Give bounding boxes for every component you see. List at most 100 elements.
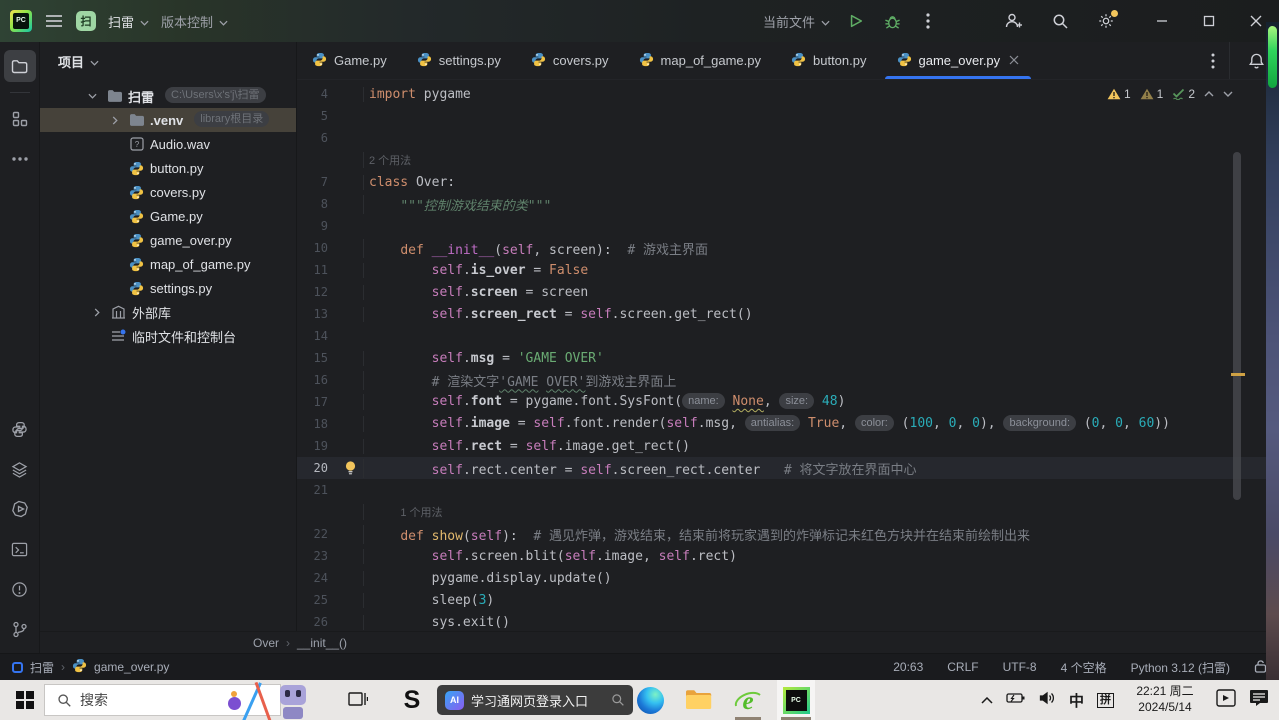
line-number[interactable]: 21 bbox=[297, 483, 337, 497]
status-project-name[interactable]: 扫雷 bbox=[30, 659, 54, 676]
run-configuration-selector[interactable]: 当前文件 bbox=[763, 12, 830, 31]
warning-strong-group[interactable]: 1 bbox=[1107, 87, 1131, 101]
terminal-tool-icon[interactable] bbox=[4, 533, 36, 565]
line-number[interactable]: 5 bbox=[297, 109, 337, 123]
usages-inlay-hint[interactable]: 2 个用法 bbox=[369, 155, 411, 167]
indent-setting[interactable]: 4 个空格 bbox=[1061, 659, 1107, 676]
code-line[interactable]: 7 class Over: bbox=[297, 171, 1279, 193]
ok-group[interactable]: 2 bbox=[1172, 87, 1195, 101]
line-number[interactable]: 26 bbox=[297, 615, 337, 629]
edge-app-icon[interactable] bbox=[637, 687, 664, 714]
code-line[interactable]: 11 self.is_over = False bbox=[297, 259, 1279, 281]
code-line[interactable]: 23 self.screen.blit(self.image, self.rec… bbox=[297, 545, 1279, 567]
breadcrumb-method[interactable]: __init__() bbox=[297, 636, 347, 650]
code-line[interactable]: 13 self.screen_rect = self.screen.get_re… bbox=[297, 303, 1279, 325]
code-line[interactable]: 8 """控制游戏结束的类""" bbox=[297, 193, 1279, 215]
file-explorer-app-icon[interactable] bbox=[685, 689, 712, 710]
volume-icon[interactable] bbox=[1039, 691, 1056, 710]
tree-item[interactable]: Game.py bbox=[40, 204, 296, 228]
tree-item[interactable]: 临时文件和控制台 bbox=[40, 324, 296, 348]
tree-item[interactable]: covers.py bbox=[40, 180, 296, 204]
more-tool-windows-icon[interactable] bbox=[4, 143, 36, 175]
code-line[interactable]: 15 self.msg = 'GAME OVER' bbox=[297, 347, 1279, 369]
run-button[interactable] bbox=[846, 11, 866, 31]
inspections-widget[interactable]: 1 1 2 bbox=[1107, 87, 1233, 101]
tree-item[interactable]: ? Audio.wav bbox=[40, 132, 296, 156]
project-panel-header[interactable]: 项目 bbox=[40, 42, 296, 80]
taskbar-search-input[interactable]: 搜索 bbox=[44, 681, 306, 720]
editor-tab[interactable]: settings.py bbox=[402, 42, 516, 79]
tree-item[interactable]: map_of_game.py bbox=[40, 252, 296, 276]
code-line[interactable]: 18 self.image = self.font.render(self.ms… bbox=[297, 413, 1279, 435]
code-editor[interactable]: 1 1 2 4 import pygame 5 6 2 个用法 7 class … bbox=[297, 80, 1279, 631]
line-number[interactable]: 12 bbox=[297, 285, 337, 299]
news-widget[interactable]: AI 学习通网页登录入口 bbox=[437, 685, 633, 715]
scrollbar-warning-marker[interactable] bbox=[1231, 373, 1245, 376]
line-number[interactable]: 16 bbox=[297, 373, 337, 387]
maximize-button[interactable] bbox=[1185, 0, 1232, 42]
code-line[interactable]: 12 self.screen = screen bbox=[297, 281, 1279, 303]
line-number[interactable]: 8 bbox=[297, 197, 337, 211]
chevron-down-icon[interactable] bbox=[84, 93, 101, 99]
ime-mode-indicator[interactable]: 拼 bbox=[1097, 692, 1114, 708]
line-number[interactable]: 11 bbox=[297, 263, 337, 277]
line-number[interactable]: 24 bbox=[297, 571, 337, 585]
git-branch-icon[interactable] bbox=[4, 613, 36, 645]
code-line[interactable]: 25 sleep(3) bbox=[297, 589, 1279, 611]
code-line[interactable]: 14 bbox=[297, 325, 1279, 347]
battery-icon[interactable] bbox=[1006, 691, 1026, 709]
search-everywhere-icon[interactable] bbox=[1050, 11, 1070, 31]
editor-scrollbar[interactable] bbox=[1233, 152, 1241, 500]
inlay-usage-line[interactable]: 2 个用法 bbox=[297, 149, 1279, 171]
hamburger-menu-icon[interactable] bbox=[44, 11, 64, 31]
code-line[interactable]: 19 self.rect = self.image.get_rect() bbox=[297, 435, 1279, 457]
run-tool-icon[interactable] bbox=[4, 493, 36, 525]
vcs-widget[interactable]: 版本控制 bbox=[161, 12, 228, 31]
touch-keyboard-icon[interactable] bbox=[1216, 688, 1236, 712]
intention-bulb-icon[interactable] bbox=[337, 460, 363, 476]
line-number[interactable]: 25 bbox=[297, 593, 337, 607]
task-view-button[interactable] bbox=[348, 690, 368, 708]
usages-inlay-hint[interactable]: 1 个用法 bbox=[400, 507, 442, 519]
debug-button[interactable] bbox=[882, 11, 902, 31]
tree-item[interactable]: 扫雷 C:\Users\x's'j\扫雷 bbox=[40, 84, 296, 108]
editor-tab-active[interactable]: game_over.py bbox=[882, 42, 1035, 79]
line-number[interactable]: 15 bbox=[297, 351, 337, 365]
line-separator[interactable]: CRLF bbox=[947, 660, 978, 674]
line-number[interactable]: 10 bbox=[297, 241, 337, 255]
code-line[interactable]: 21 bbox=[297, 479, 1279, 501]
more-run-actions-button[interactable] bbox=[918, 11, 938, 31]
tree-item[interactable]: .venv library根目录 bbox=[40, 108, 296, 132]
sharex-app-icon[interactable]: S bbox=[398, 686, 426, 714]
line-number[interactable]: 19 bbox=[297, 439, 337, 453]
project-selector[interactable]: 扫雷 bbox=[108, 12, 149, 31]
chevron-right-icon[interactable] bbox=[88, 307, 105, 317]
editor-tab[interactable]: button.py bbox=[776, 42, 882, 79]
line-number[interactable]: 18 bbox=[297, 417, 337, 431]
structure-tool-icon[interactable] bbox=[4, 103, 36, 135]
action-center-icon[interactable] bbox=[1249, 689, 1269, 712]
minimize-button[interactable] bbox=[1138, 0, 1185, 42]
pycharm-app-icon-active[interactable]: PC bbox=[777, 680, 815, 720]
warning-weak-group[interactable]: 1 bbox=[1140, 87, 1163, 101]
ime-language-indicator[interactable]: 中 bbox=[1069, 690, 1084, 711]
ie-browser-app-icon[interactable]: e bbox=[733, 686, 763, 716]
code-line[interactable]: 9 bbox=[297, 215, 1279, 237]
services-layers-icon[interactable] bbox=[4, 453, 36, 485]
editor-tab[interactable]: Game.py bbox=[297, 42, 402, 79]
prev-problem-icon[interactable] bbox=[1204, 91, 1214, 97]
code-line[interactable]: 5 bbox=[297, 105, 1279, 127]
tab-options-kebab-icon[interactable] bbox=[1197, 42, 1229, 79]
chevron-right-icon[interactable] bbox=[106, 115, 123, 125]
code-line[interactable]: 16 # 渲染文字'GAME OVER'到游戏主界面上 bbox=[297, 369, 1279, 391]
line-number[interactable]: 20 bbox=[297, 461, 337, 475]
code-line[interactable]: 20 self.rect.center = self.screen_rect.c… bbox=[297, 457, 1279, 479]
editor-tab[interactable]: map_of_game.py bbox=[624, 42, 776, 79]
file-encoding[interactable]: UTF-8 bbox=[1003, 660, 1037, 674]
caret-position[interactable]: 20:63 bbox=[893, 660, 923, 674]
tree-item[interactable]: button.py bbox=[40, 156, 296, 180]
line-number[interactable]: 14 bbox=[297, 329, 337, 343]
tab-close-icon[interactable] bbox=[1009, 53, 1019, 68]
breadcrumb-class[interactable]: Over bbox=[253, 636, 279, 650]
settings-gear-icon[interactable] bbox=[1096, 10, 1118, 31]
